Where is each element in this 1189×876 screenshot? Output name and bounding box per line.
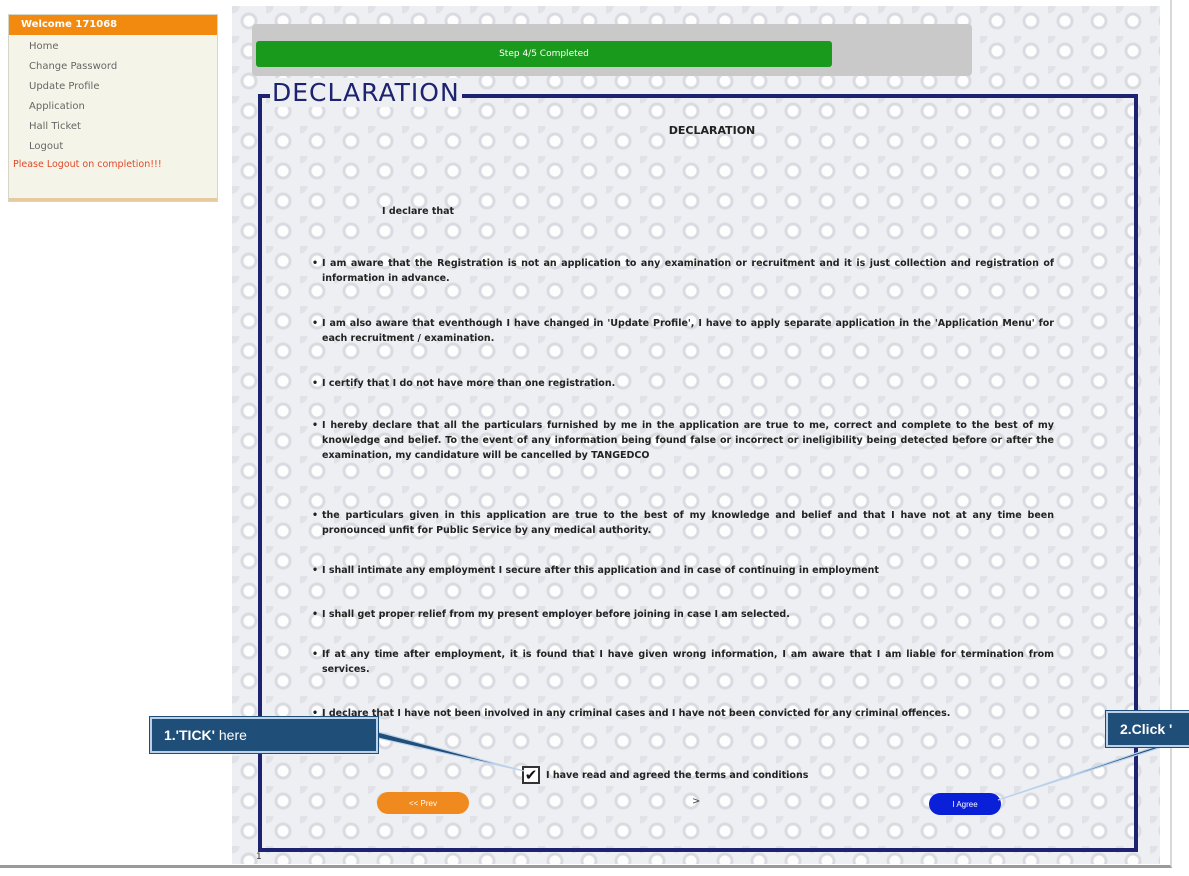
page-number: 1 <box>256 852 262 862</box>
sidebar: Welcome 171068 Home Change Password Upda… <box>8 14 218 202</box>
nav-separator: > <box>692 796 701 807</box>
declaration-item: • I shall intimate any employment I secu… <box>312 565 879 576</box>
tick-callout: 1.'TICK' here <box>150 717 378 753</box>
sidebar-menu: Home Change Password Update Profile Appl… <box>9 37 217 157</box>
bullet-icon: • <box>312 609 319 620</box>
declaration-item: • I shall get proper relief from my pres… <box>312 609 790 620</box>
declaration-item: • I certify that I do not have more than… <box>312 378 616 389</box>
sidebar-item-hall-ticket[interactable]: Hall Ticket <box>9 117 217 137</box>
bullet-icon: • <box>312 649 319 660</box>
sidebar-item-update-profile[interactable]: Update Profile <box>9 77 217 97</box>
logout-warning: Please Logout on completion!!! <box>13 159 162 170</box>
terms-label: I have read and agreed the terms and con… <box>546 769 809 781</box>
tick-callout-step: 1.'TICK' <box>164 727 215 743</box>
sidebar-item-home[interactable]: Home <box>9 37 217 57</box>
declaration-item: • If at any time after employment, it is… <box>312 649 1054 675</box>
declaration-item: • I hereby declare that all the particul… <box>312 420 1054 461</box>
sidebar-divider <box>9 198 217 201</box>
declaration-item: • the particulars given in this applicat… <box>312 510 1054 536</box>
bullet-icon: • <box>312 510 319 521</box>
bullet-icon: • <box>312 378 319 389</box>
sidebar-item-logout[interactable]: Logout <box>9 137 217 157</box>
click-callout: 2.Click ' <box>1106 711 1189 747</box>
bullet-icon: • <box>312 420 319 431</box>
declaration-intro: I declare that <box>382 206 455 217</box>
prev-button[interactable]: << Prev <box>377 792 469 814</box>
declaration-item: • I am aware that the Registration is no… <box>312 258 1054 284</box>
welcome-header: Welcome 171068 <box>9 15 217 35</box>
tick-callout-text: here <box>215 727 247 743</box>
terms-checkbox[interactable]: ✔ <box>522 766 540 784</box>
declaration-item: • I declare that I have not been involve… <box>312 708 951 719</box>
sidebar-item-change-password[interactable]: Change Password <box>9 57 217 77</box>
agree-button[interactable]: I Agree <box>929 793 1001 815</box>
bullet-icon: • <box>312 318 319 329</box>
declaration-legend: DECLARATION <box>270 78 462 107</box>
checkmark-icon: ✔ <box>524 766 538 784</box>
declaration-title: DECLARATION <box>668 124 756 137</box>
bullet-icon: • <box>312 565 319 576</box>
declaration-item: • I am also aware that eventhough I have… <box>312 318 1054 344</box>
progress-bar: Step 4/5 Completed <box>256 41 832 67</box>
sidebar-item-application[interactable]: Application <box>9 97 217 117</box>
bullet-icon: • <box>312 258 319 269</box>
progress-track: Step 4/5 Completed <box>252 24 972 76</box>
agree-row: ✔ I have read and agreed the terms and c… <box>522 763 808 787</box>
